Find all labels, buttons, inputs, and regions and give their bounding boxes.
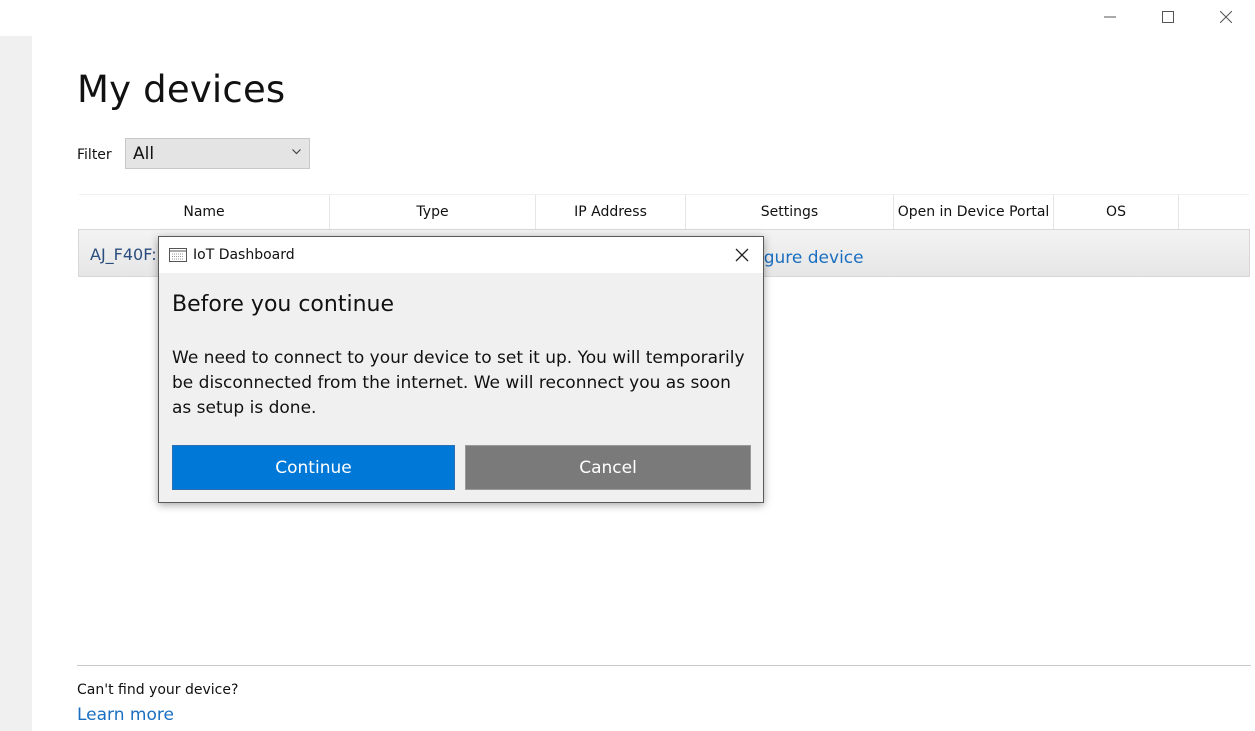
footer-divider — [77, 665, 1251, 666]
device-grid-header: Name Type IP Address Settings Open in De… — [79, 194, 1249, 229]
column-header-device-portal[interactable]: Open in Device Portal — [894, 195, 1054, 229]
column-header-name[interactable]: Name — [79, 195, 330, 229]
continue-button[interactable]: Continue — [172, 445, 455, 490]
chevron-down-icon — [292, 149, 301, 155]
filter-dropdown[interactable]: All — [125, 138, 310, 169]
cancel-button[interactable]: Cancel — [465, 445, 751, 490]
before-you-continue-dialog: IoT Dashboard Before you continue We nee… — [158, 236, 764, 503]
column-header-settings[interactable]: Settings — [686, 195, 894, 229]
app-window-icon — [169, 248, 187, 262]
dialog-titlebar: IoT Dashboard — [159, 237, 763, 273]
dialog-title: IoT Dashboard — [193, 247, 295, 263]
dialog-heading: Before you continue — [172, 292, 394, 317]
close-button[interactable] — [1197, 0, 1255, 34]
learn-more-link[interactable]: Learn more — [77, 705, 174, 725]
page-title: My devices — [77, 68, 286, 111]
device-name: AJ_F40F: — [90, 245, 157, 264]
maximize-button[interactable] — [1139, 0, 1197, 34]
filter-selected-value: All — [133, 143, 155, 164]
maximize-icon — [1162, 11, 1174, 23]
window-controls — [1081, 0, 1255, 34]
column-header-type[interactable]: Type — [330, 195, 536, 229]
close-icon[interactable] — [735, 248, 749, 262]
close-icon — [1220, 11, 1232, 23]
cant-find-device-text: Can't find your device? — [77, 682, 239, 698]
filter-label: Filter — [77, 147, 112, 163]
minimize-icon — [1104, 16, 1116, 18]
column-header-ip-address[interactable]: IP Address — [536, 195, 686, 229]
dialog-message: We need to connect to your device to set… — [172, 348, 745, 418]
configure-device-link[interactable]: figure device — [753, 248, 864, 268]
column-header-os[interactable]: OS — [1054, 195, 1179, 229]
left-nav-strip — [0, 36, 32, 731]
minimize-button[interactable] — [1081, 0, 1139, 34]
